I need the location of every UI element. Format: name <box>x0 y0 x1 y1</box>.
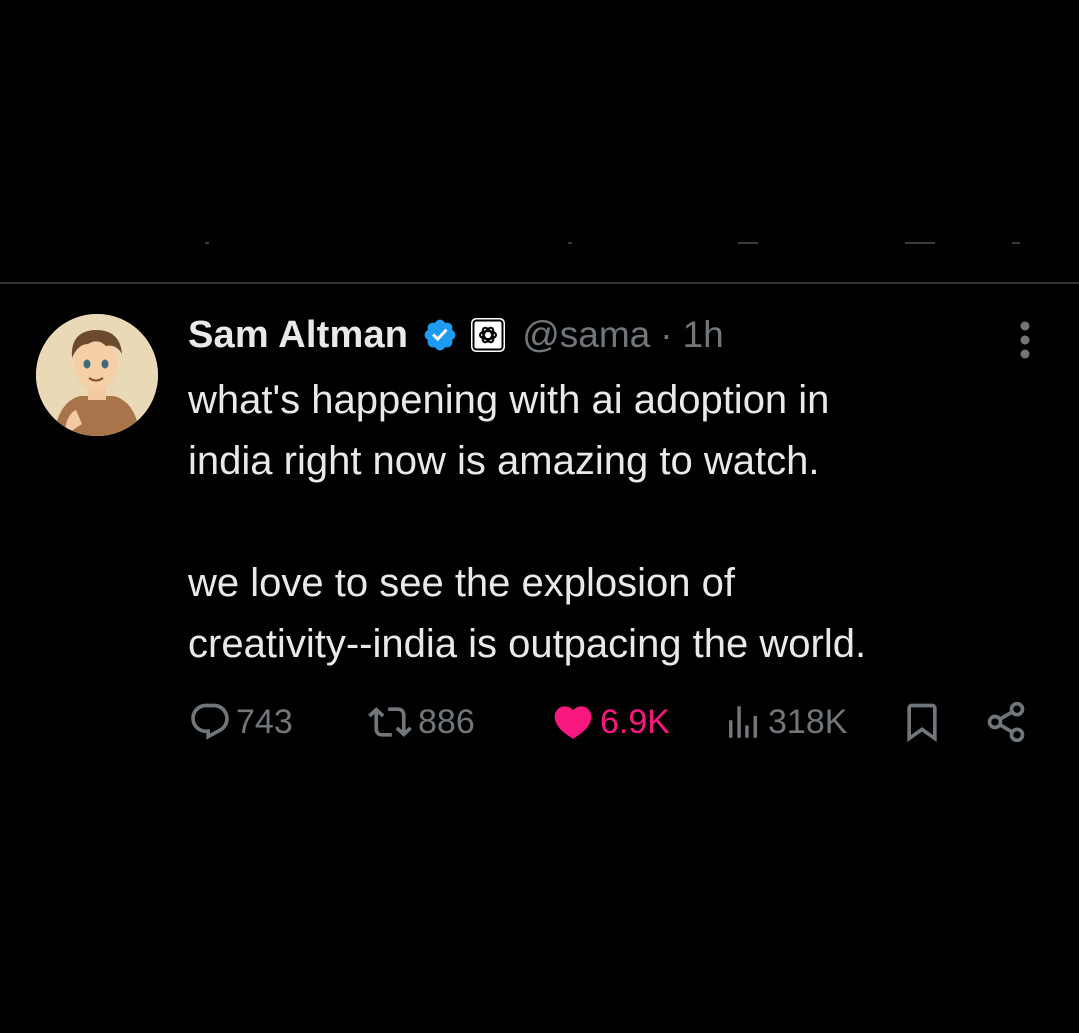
verified-badge-icon[interactable] <box>422 317 458 353</box>
like-button[interactable]: 6.9K <box>550 694 670 750</box>
post-time[interactable]: 1h <box>683 314 724 356</box>
tweet-text: what's happening with ai adoption in ind… <box>188 370 1048 675</box>
like-count: 6.9K <box>600 702 670 741</box>
tweet-text-line: india right now is amazing to watch. <box>188 439 820 483</box>
tweet-text-line: creativity--india is outpacing the world… <box>188 622 867 666</box>
repost-icon <box>368 707 412 737</box>
more-icon[interactable] <box>1010 318 1040 362</box>
tweet-text-line: what's happening with ai adoption in <box>188 378 830 422</box>
author-handle[interactable]: @sama <box>522 314 650 356</box>
views-button[interactable]: 318K <box>722 694 847 750</box>
header-separator: · <box>660 314 673 355</box>
repost-count: 886 <box>418 702 475 741</box>
share-icon <box>987 701 1025 743</box>
reply-count: 743 <box>236 702 293 741</box>
reply-icon <box>191 703 229 740</box>
author-name[interactable]: Sam Altman <box>188 314 408 357</box>
avatar[interactable] <box>36 314 158 436</box>
bookmark-icon <box>907 703 937 743</box>
tweet-header: Sam Altman @sama · 1h <box>188 310 724 360</box>
views-icon <box>729 706 757 738</box>
share-button[interactable] <box>984 694 1028 750</box>
previous-post-action-bar-residue <box>0 238 1079 248</box>
tweet-text-line: we love to see the explosion of <box>188 561 736 605</box>
repost-button[interactable]: 886 <box>366 694 475 750</box>
action-bar: 743 886 6.9K 318K <box>188 694 1038 750</box>
bookmark-button[interactable] <box>900 694 944 750</box>
reply-button[interactable]: 743 <box>188 694 293 750</box>
tweet[interactable]: Sam Altman @sama · 1h what's happening w… <box>0 284 1079 754</box>
views-count: 318K <box>768 702 848 741</box>
openai-affiliation-icon[interactable] <box>470 317 506 353</box>
like-icon <box>554 706 592 739</box>
